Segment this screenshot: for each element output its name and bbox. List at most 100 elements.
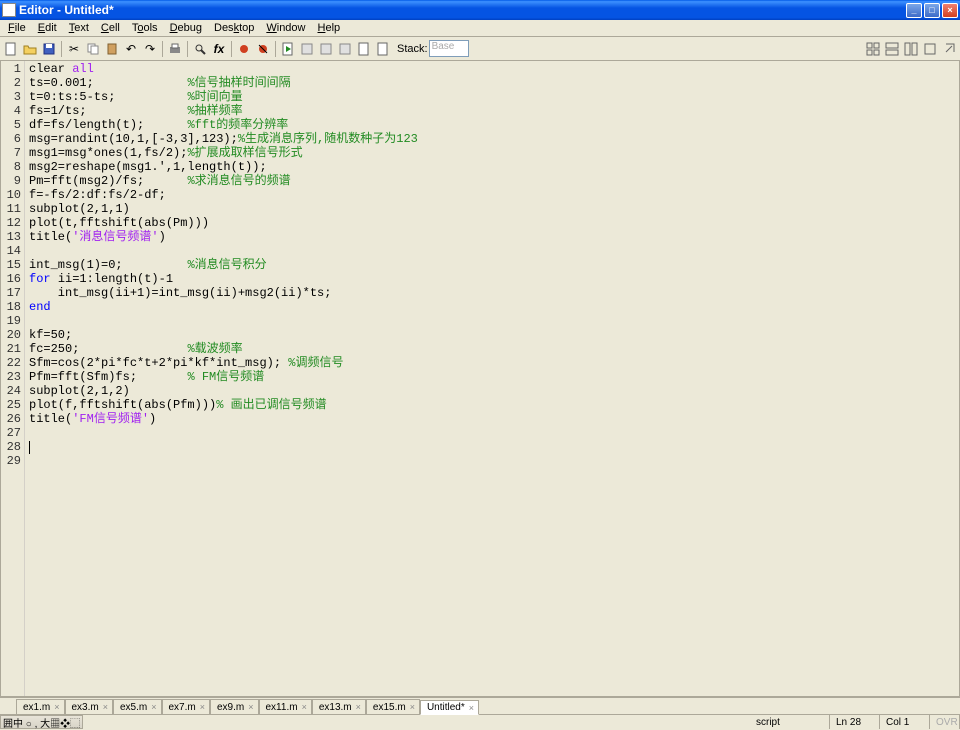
minimize-button[interactable]: _ [906, 3, 922, 18]
tile-icon[interactable] [864, 40, 882, 58]
code-line[interactable]: fc=250; %载波频率 [29, 342, 955, 356]
maximize-button[interactable]: □ [924, 3, 940, 18]
code-line[interactable]: t=0:ts:5-ts; %时间向量 [29, 90, 955, 104]
code-line[interactable]: int_msg(ii+1)=int_msg(ii)+msg2(ii)*ts; [29, 286, 955, 300]
file-tab[interactable]: ex13.m × [312, 699, 366, 714]
line-number: 1 [1, 62, 21, 76]
code-line[interactable]: end [29, 300, 955, 314]
code-line[interactable] [29, 244, 955, 258]
tab-close-icon[interactable]: × [103, 702, 108, 712]
undock-icon[interactable] [940, 40, 958, 58]
code-line[interactable] [29, 426, 955, 440]
code-line[interactable]: kf=50; [29, 328, 955, 342]
code-line[interactable]: int_msg(1)=0; %消息信号积分 [29, 258, 955, 272]
code-line[interactable]: Sfm=cos(2*pi*fc*t+2*pi*kf*int_msg); %调频信… [29, 356, 955, 370]
step-out-icon[interactable] [336, 40, 354, 58]
breakpoint-clear-icon[interactable] [254, 40, 272, 58]
find-icon[interactable] [191, 40, 209, 58]
code-line[interactable]: Pfm=fft(Sfm)fs; % FM信号频谱 [29, 370, 955, 384]
code-line[interactable]: clear all [29, 62, 955, 76]
line-number: 26 [1, 412, 21, 426]
code-line[interactable] [29, 314, 955, 328]
split-v-icon[interactable] [902, 40, 920, 58]
line-number: 12 [1, 216, 21, 230]
continue-icon[interactable] [355, 40, 373, 58]
save-icon[interactable] [40, 40, 58, 58]
menu-help[interactable]: Help [312, 21, 347, 35]
step-in-icon[interactable] [317, 40, 335, 58]
menu-cell[interactable]: Cell [95, 21, 126, 35]
menu-desktop[interactable]: Desktop [208, 21, 260, 35]
tab-close-icon[interactable]: × [54, 702, 59, 712]
menu-tools[interactable]: Tools [126, 21, 164, 35]
tab-close-icon[interactable]: × [469, 703, 474, 713]
menu-window[interactable]: Window [260, 21, 311, 35]
file-tab[interactable]: ex9.m × [210, 699, 259, 714]
split-h-icon[interactable] [883, 40, 901, 58]
tab-close-icon[interactable]: × [248, 702, 253, 712]
code-line[interactable]: title('消息信号频谱') [29, 230, 955, 244]
dock-icon[interactable] [921, 40, 939, 58]
tab-close-icon[interactable]: × [200, 702, 205, 712]
tab-close-icon[interactable]: × [151, 702, 156, 712]
close-button[interactable]: × [942, 3, 958, 18]
tab-label: ex13.m [319, 702, 352, 713]
code-line[interactable]: f=-fs/2:df:fs/2-df; [29, 188, 955, 202]
code-line[interactable]: msg=randint(10,1,[-3,3],123);%生成消息序列,随机数… [29, 132, 955, 146]
code-line[interactable]: for ii=1:length(t)-1 [29, 272, 955, 286]
status-ovr: OVR [930, 715, 960, 729]
exit-debug-icon[interactable] [374, 40, 392, 58]
function-icon[interactable]: fx [210, 40, 228, 58]
run-icon[interactable] [279, 40, 297, 58]
line-gutter: 1234567891011121314151617181920212223242… [1, 61, 25, 696]
tab-close-icon[interactable]: × [410, 702, 415, 712]
file-tab[interactable]: ex1.m× [16, 699, 65, 714]
stack-select[interactable]: Base [429, 40, 469, 57]
tab-close-icon[interactable]: × [302, 702, 307, 712]
code-line[interactable]: ts=0.001; %信号抽样时间间隔 [29, 76, 955, 90]
open-file-icon[interactable] [21, 40, 39, 58]
line-number: 18 [1, 300, 21, 314]
tab-close-icon[interactable]: × [356, 702, 361, 712]
code-line[interactable]: subplot(2,1,2) [29, 384, 955, 398]
line-number: 16 [1, 272, 21, 286]
breakpoint-set-icon[interactable] [235, 40, 253, 58]
menu-text[interactable]: Text [63, 21, 95, 35]
print-icon[interactable] [166, 40, 184, 58]
code-line[interactable]: Pm=fft(msg2)/fs; %求消息信号的频谱 [29, 174, 955, 188]
line-number: 22 [1, 356, 21, 370]
file-tab[interactable]: Untitled*× [420, 700, 479, 715]
file-tab[interactable]: ex15.m× [366, 699, 420, 714]
step-icon[interactable] [298, 40, 316, 58]
new-file-icon[interactable] [2, 40, 20, 58]
separator [275, 41, 276, 57]
tab-label: ex9.m [217, 702, 244, 713]
file-tab[interactable]: ex3.m× [65, 699, 114, 714]
menu-edit[interactable]: Edit [32, 21, 63, 35]
ime-bar[interactable]: 囲中 ○ , 大▦❖⬚ [0, 715, 83, 729]
menu-file[interactable]: File [2, 21, 32, 35]
file-tab[interactable]: ex5.m× [113, 699, 162, 714]
redo-icon[interactable]: ↷ [141, 40, 159, 58]
code-line[interactable] [29, 440, 955, 454]
menu-debug[interactable]: Debug [164, 21, 208, 35]
paste-icon[interactable] [103, 40, 121, 58]
code-line[interactable]: msg2=reshape(msg1.',1,length(t)); [29, 160, 955, 174]
copy-icon[interactable] [84, 40, 102, 58]
code-line[interactable] [29, 454, 955, 468]
file-tab[interactable]: ex11.m × [259, 699, 312, 714]
code-line[interactable]: msg1=msg*ones(1,fs/2);%扩展成取样信号形式 [29, 146, 955, 160]
file-tab[interactable]: ex7.m× [162, 699, 211, 714]
code-line[interactable]: df=fs/length(t); %fft的频率分辨率 [29, 118, 955, 132]
code-line[interactable]: subplot(2,1,1) [29, 202, 955, 216]
line-number: 10 [1, 188, 21, 202]
code-line[interactable]: plot(t,fftshift(abs(Pm))) [29, 216, 955, 230]
code-editor[interactable]: clear allts=0.001; %信号抽样时间间隔t=0:ts:5-ts;… [25, 61, 959, 696]
code-line[interactable]: fs=1/ts; %抽样频率 [29, 104, 955, 118]
tab-label: ex11.m [266, 702, 298, 713]
undo-icon[interactable]: ↶ [122, 40, 140, 58]
line-number: 29 [1, 454, 21, 468]
code-line[interactable]: title('FM信号频谱') [29, 412, 955, 426]
cut-icon[interactable]: ✂ [65, 40, 83, 58]
code-line[interactable]: plot(f,fftshift(abs(Pfm)))% 画出已调信号频谱 [29, 398, 955, 412]
